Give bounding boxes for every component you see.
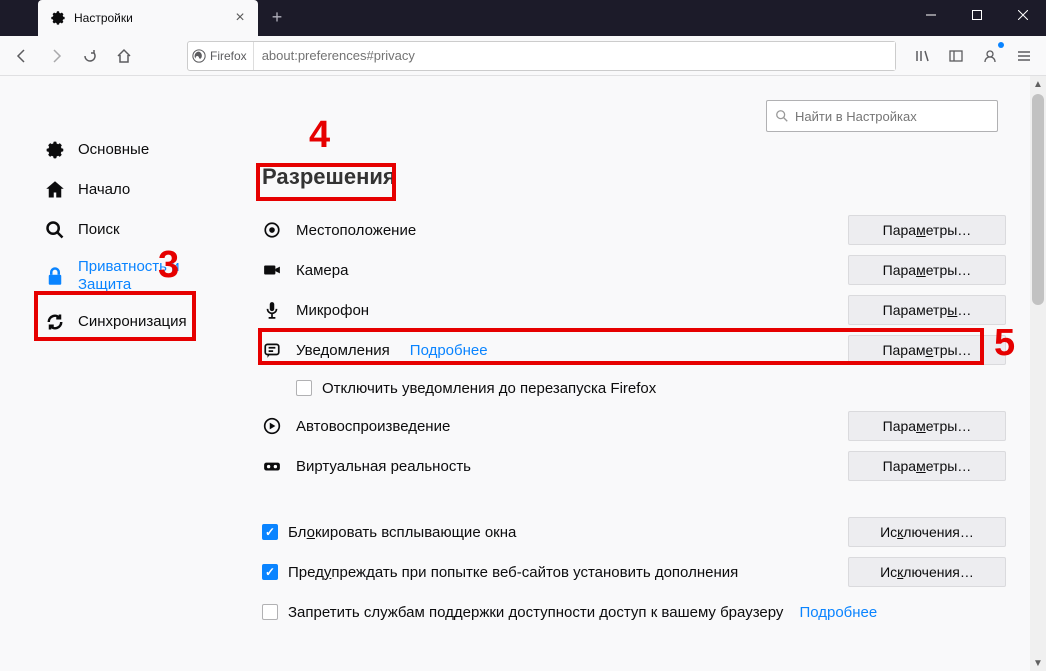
permission-row-microphone: Микрофон Параметры…	[262, 290, 1006, 330]
sidebar-item-sync[interactable]: Синхронизация	[0, 302, 222, 342]
permission-label: Камера	[296, 262, 348, 279]
window-close-button[interactable]	[1000, 0, 1046, 30]
home-button[interactable]	[108, 40, 140, 72]
sidebar-item-privacy[interactable]: Приватность и Защита	[0, 250, 222, 302]
prevent-accessibility-label: Запретить службам поддержки доступности …	[288, 604, 783, 621]
scrollbar-thumb[interactable]	[1032, 94, 1044, 305]
prevent-accessibility-checkbox[interactable]	[262, 604, 278, 620]
url-input[interactable]	[254, 42, 895, 70]
settings-button-camera[interactable]: Параметры…	[848, 255, 1006, 285]
permission-label: Микрофон	[296, 302, 369, 319]
sidebar-label: Синхронизация	[78, 313, 187, 331]
back-button[interactable]	[6, 40, 38, 72]
library-button[interactable]	[906, 40, 938, 72]
microphone-icon	[262, 300, 282, 320]
camera-icon	[262, 260, 282, 280]
gear-icon	[44, 139, 66, 161]
sidebar-item-search[interactable]: Поиск	[0, 210, 222, 250]
permission-row-location: Местоположение Параметры…	[262, 210, 1006, 250]
location-icon	[262, 220, 282, 240]
permission-label: Автовоспроизведение	[296, 418, 450, 435]
permission-label: Виртуальная реальность	[296, 458, 471, 475]
pause-notifications-label: Отключить уведомления до перезапуска Fir…	[322, 380, 656, 397]
sidebar-label: Основные	[78, 141, 149, 159]
sidebar-label: Поиск	[78, 221, 120, 239]
warn-addons-label: Предупреждать при попытке веб-сайтов уст…	[288, 564, 738, 581]
settings-button-location[interactable]: Параметры…	[848, 215, 1006, 245]
permission-row-vr: Виртуальная реальность Параметры…	[262, 446, 1006, 486]
titlebar: Настройки × +	[0, 0, 1046, 36]
menu-button[interactable]	[1008, 40, 1040, 72]
search-icon	[775, 109, 789, 123]
warn-addons-checkbox[interactable]	[262, 564, 278, 580]
notification-icon	[262, 340, 282, 360]
autoplay-icon	[262, 416, 282, 436]
settings-button-microphone[interactable]: Параметры…	[848, 295, 1006, 325]
permission-row-camera: Камера Параметры…	[262, 250, 1006, 290]
warn-addons-row: Предупреждать при попытке веб-сайтов уст…	[262, 552, 1006, 592]
preferences-main: Разрешения Местоположение Параметры… Кам…	[222, 76, 1046, 671]
browser-tab[interactable]: Настройки ×	[38, 0, 258, 36]
firefox-icon	[192, 49, 206, 63]
forward-button[interactable]	[40, 40, 72, 72]
sidebar-item-general[interactable]: Основные	[0, 130, 222, 170]
window-minimize-button[interactable]	[908, 0, 954, 30]
pause-notifications-checkbox[interactable]	[296, 380, 312, 396]
permission-row-autoplay: Автовоспроизведение Параметры…	[262, 406, 1006, 446]
notifications-pause-row: Отключить уведомления до перезапуска Fir…	[262, 370, 1006, 406]
toolbar: Firefox	[0, 36, 1046, 76]
tab-title: Настройки	[74, 11, 222, 25]
permission-label: Местоположение	[296, 222, 416, 239]
settings-button-vr[interactable]: Параметры…	[848, 451, 1006, 481]
section-title-permissions: Разрешения	[262, 164, 396, 190]
scroll-down-button[interactable]: ▼	[1030, 655, 1046, 671]
block-popups-row: Блокировать всплывающие окна Исключения…	[262, 512, 1006, 552]
settings-button-notifications[interactable]: Параметры…	[848, 335, 1006, 365]
vr-icon	[262, 456, 282, 476]
prevent-accessibility-row: Запретить службам поддержки доступности …	[262, 592, 1006, 632]
reload-button[interactable]	[74, 40, 106, 72]
identity-label: Firefox	[210, 49, 247, 63]
scrollbar[interactable]: ▲ ▼	[1030, 76, 1046, 671]
exceptions-button-addons[interactable]: Исключения…	[848, 557, 1006, 587]
gear-icon	[50, 10, 66, 26]
preferences-sidebar: Основные Начало Поиск Приватность и Защи…	[0, 76, 222, 671]
lock-icon	[44, 265, 66, 287]
exceptions-button-popups[interactable]: Исключения…	[848, 517, 1006, 547]
permission-row-notifications: Уведомления Подробнее Параметры…	[262, 330, 1006, 370]
learn-more-link[interactable]: Подробнее	[799, 604, 877, 621]
settings-button-autoplay[interactable]: Параметры…	[848, 411, 1006, 441]
permission-label: Уведомления	[296, 342, 390, 359]
preferences-search-input[interactable]	[795, 109, 989, 124]
url-bar[interactable]: Firefox	[187, 41, 896, 71]
sidebar-label: Приватность и Защита	[78, 258, 210, 294]
new-tab-button[interactable]: +	[262, 0, 292, 34]
identity-box[interactable]: Firefox	[188, 42, 254, 70]
window-maximize-button[interactable]	[954, 0, 1000, 30]
scroll-up-button[interactable]: ▲	[1030, 76, 1046, 92]
block-popups-label: Блокировать всплывающие окна	[288, 524, 516, 541]
sidebar-item-home[interactable]: Начало	[0, 170, 222, 210]
preferences-search[interactable]	[766, 100, 998, 132]
tab-close-button[interactable]: ×	[230, 8, 250, 28]
sidebar-label: Начало	[78, 181, 130, 199]
home-icon	[44, 179, 66, 201]
sidebar-button[interactable]	[940, 40, 972, 72]
sync-icon	[44, 311, 66, 333]
block-popups-checkbox[interactable]	[262, 524, 278, 540]
search-icon	[44, 219, 66, 241]
learn-more-link[interactable]: Подробнее	[410, 342, 488, 359]
account-button[interactable]	[974, 40, 1006, 72]
